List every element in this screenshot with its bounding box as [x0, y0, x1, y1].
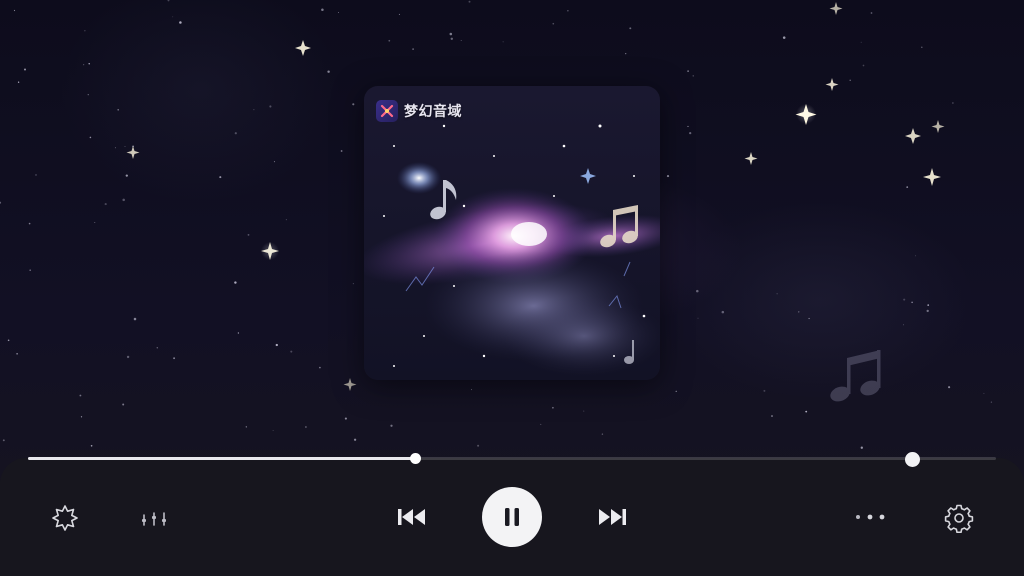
effects-button[interactable]	[46, 499, 84, 537]
equalizer-button[interactable]	[136, 504, 174, 532]
skip-next-icon	[599, 509, 626, 525]
settings-button[interactable]	[940, 499, 978, 537]
sparkle-gear-icon	[52, 505, 78, 531]
play-pause-button[interactable]	[482, 487, 542, 547]
app-logo-icon	[376, 100, 398, 122]
more-dots-icon	[856, 514, 885, 520]
album-art-nebula	[364, 86, 660, 380]
floating-note-icon	[830, 350, 881, 402]
progress-fill	[28, 457, 416, 460]
volume-thumb[interactable]	[905, 452, 920, 467]
next-button[interactable]	[592, 500, 632, 534]
prev-button[interactable]	[392, 500, 432, 534]
more-button[interactable]	[848, 506, 892, 528]
app-name: 梦幻音域	[404, 104, 462, 120]
player-screen: 梦幻音域	[0, 0, 1024, 576]
album-cover: 梦幻音域	[364, 86, 660, 380]
equalizer-icon	[142, 512, 166, 526]
progress-slider[interactable]	[28, 453, 996, 464]
pause-icon	[505, 508, 519, 526]
skip-previous-icon	[398, 509, 425, 525]
gear-icon	[944, 504, 974, 533]
app-badge: 梦幻音域	[376, 100, 462, 122]
